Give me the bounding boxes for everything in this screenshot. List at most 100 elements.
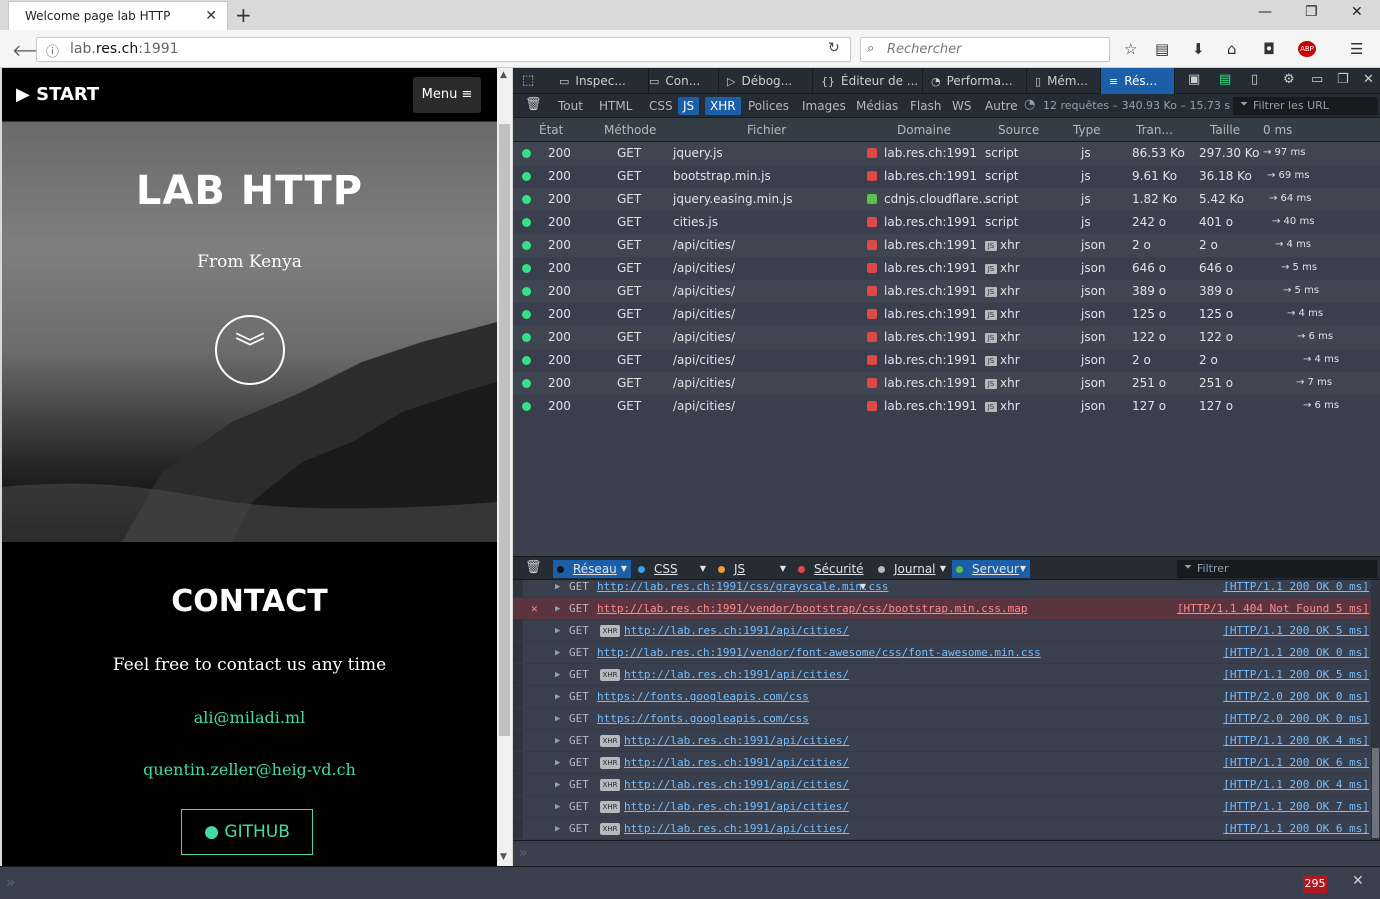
log-row[interactable]: ✕ ▶ GET http://lab.res.ch:1991/vendor/boots… xyxy=(513,598,1371,620)
error-count-badge[interactable]: 295 xyxy=(1303,875,1327,893)
reload-icon[interactable]: ↻ xyxy=(828,40,840,56)
dock-icon[interactable]: ▭ xyxy=(1311,72,1323,87)
filter-médias[interactable]: Médias xyxy=(851,97,903,115)
expand-triangle-icon[interactable]: ▶ xyxy=(555,818,560,840)
settings-gear-icon[interactable]: ⚙ xyxy=(1283,72,1295,87)
filter-autre[interactable]: Autre xyxy=(980,97,1023,115)
close-devtools-icon[interactable]: ✕ xyxy=(1363,72,1374,87)
responsive-icon[interactable]: ▯ xyxy=(1251,72,1258,87)
table-row[interactable]: 200 GET/api/cities/lab.res.ch:1991 JS xhr js… xyxy=(513,372,1380,395)
expand-triangle-icon[interactable]: ▶ xyxy=(555,708,560,730)
log-row[interactable]: ▶ GET XHR http://lab.res.ch:1991/api/cities… xyxy=(513,774,1371,796)
log-row[interactable]: ▶ GET XHR http://lab.res.ch:1991/api/cities… xyxy=(513,818,1371,840)
filter-images[interactable]: Images xyxy=(797,97,851,115)
bookmark-star-icon[interactable]: ☆ xyxy=(1124,40,1137,58)
minimize-icon[interactable]: — xyxy=(1258,4,1272,20)
trash-icon[interactable]: 🗑 xyxy=(525,97,542,112)
new-tab-icon[interactable]: + xyxy=(235,2,252,28)
expand-triangle-icon[interactable]: ▶ xyxy=(555,664,560,686)
brand-link[interactable]: ▶ START xyxy=(16,84,99,105)
pocket-icon[interactable]: ◘ xyxy=(1263,40,1275,58)
column-header-8[interactable]: 0 ms xyxy=(1263,123,1292,137)
info-icon[interactable]: ⓘ xyxy=(46,41,59,60)
log-url[interactable]: http://lab.res.ch:1991/vendor/font-aweso… xyxy=(597,642,1041,664)
table-row[interactable]: 200 GET/api/cities/lab.res.ch:1991 JS xhr js… xyxy=(513,326,1380,349)
log-url[interactable]: http://lab.res.ch:1991/api/cities/ xyxy=(624,730,849,752)
layout-icon[interactable]: ▣ xyxy=(1188,72,1200,87)
console-scrollbar-thumb[interactable] xyxy=(1372,748,1379,838)
log-status[interactable]: [HTTP/1.1 404 Not Found 5 ms] xyxy=(1177,598,1369,620)
log-status[interactable]: [HTTP/1.1 200 OK 7 ms] xyxy=(1223,796,1369,818)
log-url[interactable]: https://fonts.googleapis.com/css xyxy=(597,708,809,730)
log-status[interactable]: [HTTP/1.1 200 OK 5 ms] xyxy=(1223,620,1369,642)
clear-console-icon[interactable]: 🗑 xyxy=(525,560,542,575)
expand-triangle-icon[interactable]: ▶ xyxy=(555,796,560,818)
column-header-1[interactable]: Méthode xyxy=(604,123,656,137)
filter-xhr[interactable]: XHR xyxy=(705,97,741,115)
column-header-7[interactable]: Taille xyxy=(1210,123,1240,137)
expand-triangle-icon[interactable]: ▶ xyxy=(555,686,560,708)
column-header-4[interactable]: Source xyxy=(998,123,1039,137)
filter-js[interactable]: JS xyxy=(678,97,700,115)
log-status[interactable]: [HTTP/1.1 200 OK 4 ms] xyxy=(1223,774,1369,796)
log-row[interactable]: ▶ GET https://fonts.googleapis.com/css [HTT… xyxy=(513,708,1371,730)
log-row[interactable]: ▶ GET https://fonts.googleapis.com/css [HTT… xyxy=(513,686,1371,708)
devtools-tab-4[interactable]: ◔ Performa... xyxy=(923,68,1027,94)
hamburger-menu-icon[interactable]: ☰ xyxy=(1350,40,1363,58)
undock-icon[interactable]: ❐ xyxy=(1337,72,1349,87)
table-row[interactable]: 200 GET/api/cities/lab.res.ch:1991 JS xhr js… xyxy=(513,395,1380,418)
email-link-2[interactable]: quentin.zeller@heig-vd.ch xyxy=(2,760,497,779)
table-row[interactable]: 200 GET/api/cities/lab.res.ch:1991 JS xhr js… xyxy=(513,349,1380,372)
devtools-tab-1[interactable]: ▭ Con... xyxy=(641,68,719,94)
filter-css[interactable]: CSS xyxy=(644,97,678,115)
devtools-tab-6[interactable]: ≡ Rés... xyxy=(1101,68,1175,94)
log-status[interactable]: [HTTP/2.0 200 OK 0 ms] xyxy=(1223,708,1369,730)
expand-triangle-icon[interactable]: ▶ xyxy=(555,620,560,642)
element-picker-icon[interactable]: ⬚ xyxy=(522,73,534,88)
home-icon[interactable]: ⌂ xyxy=(1227,40,1237,58)
table-row[interactable]: 200 GET cities.js lab.res.ch:1991 script js 24… xyxy=(513,211,1380,234)
log-status[interactable]: [HTTP/1.1 200 OK 6 ms] xyxy=(1223,752,1369,774)
split-console-icon[interactable]: ▤ xyxy=(1219,72,1231,87)
column-header-6[interactable]: Tran... xyxy=(1136,123,1173,137)
table-row[interactable]: 200 GET/api/cities/lab.res.ch:1991 JS xhr js… xyxy=(513,257,1380,280)
table-row[interactable]: 200 GET/api/cities/lab.res.ch:1991 JS xhr js… xyxy=(513,234,1380,257)
log-status[interactable]: [HTTP/1.1 200 OK 4 ms] xyxy=(1223,730,1369,752)
console-input[interactable]: » xyxy=(513,840,1380,866)
devtools-tab-0[interactable]: ▭ Inspec... xyxy=(551,68,649,94)
filter-flash[interactable]: Flash xyxy=(905,97,946,115)
log-url[interactable]: http://lab.res.ch:1991/api/cities/ xyxy=(624,774,849,796)
table-row[interactable]: 200 GET bootstrap.min.js lab.res.ch:1991 scr… xyxy=(513,165,1380,188)
log-url[interactable]: http://lab.res.ch:1991/api/cities/ xyxy=(624,818,849,840)
github-button[interactable]: ● GITHUB xyxy=(181,809,313,855)
close-console-icon[interactable]: ✕ xyxy=(1352,873,1364,889)
expand-triangle-icon[interactable]: ▶ xyxy=(555,598,560,620)
log-url[interactable]: http://lab.res.ch:1991/vendor/bootstrap/… xyxy=(597,598,1027,620)
log-row[interactable]: ▶ GET XHR http://lab.res.ch:1991/api/cities… xyxy=(513,730,1371,752)
filter-tout[interactable]: Tout xyxy=(553,97,588,115)
page-scrollbar-thumb[interactable] xyxy=(499,124,510,736)
browser-tab[interactable]: Welcome page lab HTTP ✕ xyxy=(8,1,228,30)
expand-triangle-icon[interactable]: ▶ xyxy=(555,730,560,752)
scroll-up-arrow-icon[interactable]: ▲ xyxy=(500,70,507,80)
log-row[interactable]: ▶ GET http://lab.res.ch:1991/vendor/font-a… xyxy=(513,642,1371,664)
reading-list-icon[interactable]: ▤ xyxy=(1155,40,1169,58)
filter-html[interactable]: HTML xyxy=(594,97,637,115)
table-row[interactable]: 200 GET jquery.easing.min.js cdnjs.cloudfla… xyxy=(513,188,1380,211)
log-row[interactable]: ▶ GET XHR http://lab.res.ch:1991/api/cities… xyxy=(513,620,1371,642)
performance-analysis-icon[interactable]: ◔ xyxy=(1024,97,1035,112)
log-url[interactable]: http://lab.res.ch:1991/api/cities/ xyxy=(624,664,849,686)
filter-polices[interactable]: Polices xyxy=(743,97,794,115)
scroll-down-arrow-icon[interactable]: ▼ xyxy=(500,852,507,862)
expand-triangle-icon[interactable]: ▶ xyxy=(555,642,560,664)
search-input[interactable]: Rechercher xyxy=(860,37,1110,62)
column-header-0[interactable]: État xyxy=(539,123,563,137)
column-header-5[interactable]: Type xyxy=(1073,123,1101,137)
log-status[interactable]: [HTTP/1.1 200 OK 6 ms] xyxy=(1223,818,1369,840)
log-status[interactable]: [HTTP/2.0 200 OK 0 ms] xyxy=(1223,686,1369,708)
log-status[interactable]: [HTTP/1.1 200 OK 0 ms] xyxy=(1223,576,1369,598)
maximize-icon[interactable]: ❐ xyxy=(1305,4,1318,20)
adblock-icon[interactable]: ABP xyxy=(1298,41,1316,57)
email-link-1[interactable]: ali@miladi.ml xyxy=(2,708,497,727)
log-status[interactable]: [HTTP/1.1 200 OK 0 ms] xyxy=(1223,642,1369,664)
